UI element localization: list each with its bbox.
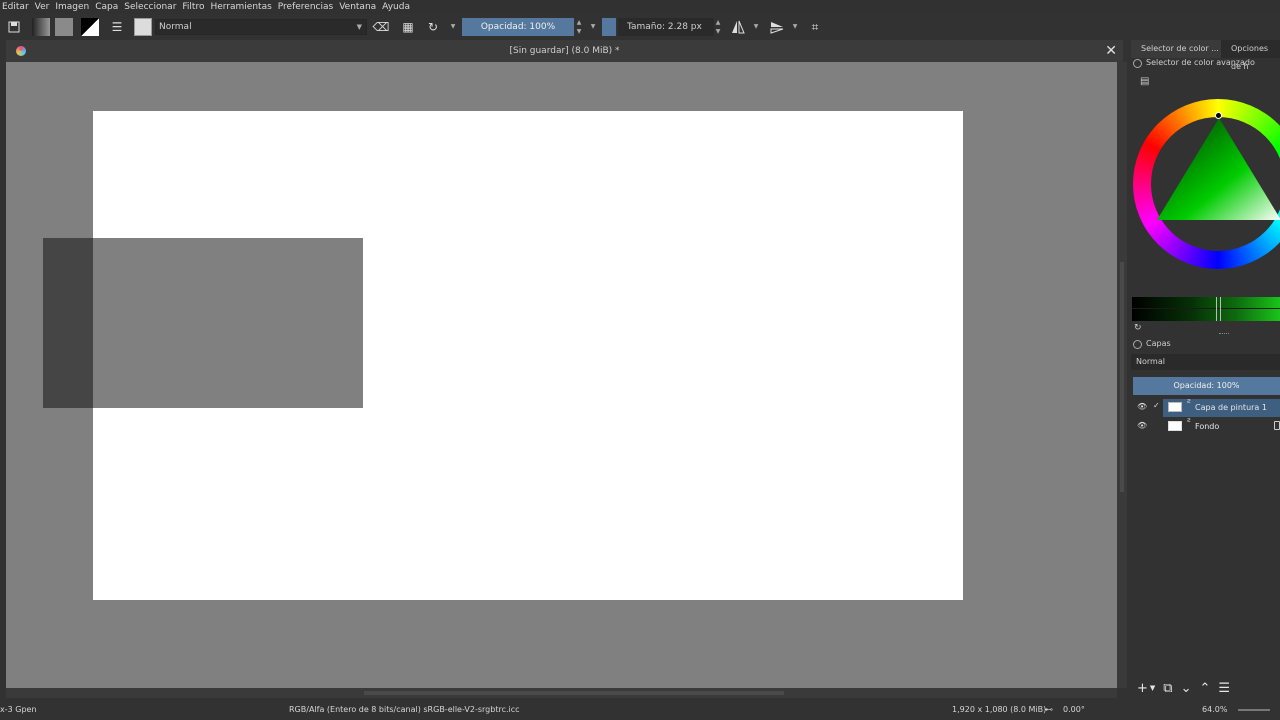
chevron-down-icon[interactable]: ▼ (589, 22, 597, 40)
chevron-down-icon[interactable]: ▼ (1150, 684, 1155, 692)
document-tab[interactable]: [Sin guardar] (8.0 MiB) * ✕ (6, 40, 1123, 62)
selection-rectangle (93, 238, 363, 408)
right-dock-panel: Selector de color ... Opciones de h Sele… (1131, 40, 1280, 698)
chevron-down-icon[interactable]: ▼ (449, 22, 457, 40)
status-zoom[interactable]: 64.0% (1202, 700, 1227, 720)
rotate-icon: ⊷ (1045, 705, 1053, 714)
menu-editar[interactable]: Editar (0, 0, 33, 14)
status-brush-name: x-3 Gpen (0, 705, 37, 714)
menu-filtro[interactable]: Filtro (180, 0, 208, 14)
blend-mode-value: Normal (159, 22, 192, 32)
move-layer-up-icon[interactable]: ⌃ (1200, 681, 1211, 696)
eraser-icon[interactable]: ⌫ (371, 17, 391, 37)
color-selector-title: Selector de color avanzado (1146, 58, 1255, 67)
selection-rectangle-outside (43, 238, 93, 408)
chevron-down-icon[interactable]: ▼ (791, 22, 799, 40)
lock-icon[interactable] (1274, 421, 1280, 430)
brush-preset-icon[interactable] (134, 18, 152, 36)
canvas-area[interactable] (6, 62, 1117, 688)
document-title: [Sin guardar] (8.0 MiB) * (509, 46, 620, 56)
layer-row[interactable]: 👁 ƨ Fondo (1131, 416, 1280, 436)
chevron-down-icon[interactable]: ▼ (752, 22, 760, 40)
menu-bar: Editar Ver Imagen Capa Seleccionar Filtr… (0, 0, 1280, 14)
opacity-slider[interactable]: Opacidad: 100% (462, 18, 574, 36)
layer-properties-icon[interactable]: ☰ (1218, 681, 1230, 696)
menu-herramientas[interactable]: Herramientas (208, 0, 275, 14)
menu-seleccionar[interactable]: Seleccionar (122, 0, 180, 14)
tab-tool-options[interactable]: Opciones de h (1221, 40, 1280, 71)
brush-settings-icon[interactable]: ☰ (107, 17, 127, 37)
layer-name[interactable]: Fondo (1195, 421, 1219, 433)
reload-preset-icon[interactable]: ↻ (423, 17, 443, 37)
layer-name[interactable]: Capa de pintura 1 (1195, 402, 1267, 414)
vertical-scrollbar[interactable] (1117, 62, 1127, 688)
layers-opacity-slider[interactable]: Opacidad: 100% (1133, 377, 1280, 395)
save-icon[interactable] (4, 17, 24, 37)
refresh-icon[interactable]: ↻ (1134, 323, 1142, 333)
layer-thumbnail (1168, 402, 1182, 412)
color-patch-bar[interactable] (1132, 297, 1280, 321)
brush-size-slider[interactable]: Tamaño: 2.28 px (618, 18, 714, 36)
scrollbar-thumb[interactable] (364, 691, 784, 695)
dock-float-icon[interactable] (1133, 339, 1142, 349)
dock-float-icon[interactable] (1133, 58, 1142, 68)
horizontal-scrollbar[interactable] (6, 688, 1117, 698)
layers-title: Capas (1146, 339, 1171, 348)
move-layer-down-icon[interactable]: ⌄ (1181, 681, 1192, 696)
layer-row[interactable]: 👁 ✓ ƨ Capa de pintura 1 (1131, 397, 1280, 417)
tab-color-selector[interactable]: Selector de color ... (1131, 40, 1221, 58)
menu-capa[interactable]: Capa (93, 0, 122, 14)
fg-bg-color-icon[interactable] (81, 18, 99, 36)
add-layer-icon[interactable]: + (1137, 681, 1148, 696)
menu-ventana[interactable]: Ventana (337, 0, 380, 14)
status-rotation[interactable]: 0.00° (1063, 700, 1085, 720)
color-marker[interactable] (1215, 112, 1222, 119)
menu-preferencias[interactable]: Preferencias (276, 0, 337, 14)
mirror-horizontal-icon[interactable] (728, 17, 748, 37)
size-spinner[interactable]: ▲ ▼ (714, 18, 722, 36)
layer-thumbnail (1168, 421, 1182, 431)
menu-ayuda[interactable]: Ayuda (380, 0, 414, 14)
status-color-space[interactable]: RGB/Alfa (Entero de 8 bits/canal) sRGB-e… (289, 700, 520, 720)
size-color-swatch (602, 18, 616, 36)
chevron-down-icon: ▼ (356, 23, 362, 31)
status-bar: x-3 Gpen RGB/Alfa (Entero de 8 bits/cana… (0, 700, 1280, 720)
scrollbar-thumb[interactable] (1120, 262, 1124, 492)
crop-icon[interactable]: ⌗ (805, 17, 825, 37)
menu-ver[interactable]: Ver (33, 0, 54, 14)
layer-type-icon: ƨ (1187, 397, 1191, 405)
layer-type-icon: ƨ (1187, 416, 1191, 424)
toolbar: ☰ Normal ▼ ⌫ ▦ ↻ ▼ Opacidad: 100% ▲ ▼ ▼ T… (0, 14, 1280, 40)
duplicate-layer-icon[interactable]: ⧉ (1163, 681, 1172, 696)
pattern-swatch[interactable] (55, 18, 73, 36)
layers-header: Capas (1133, 338, 1171, 350)
color-patch-cursor[interactable] (1216, 297, 1221, 321)
mirror-vertical-icon[interactable] (767, 17, 787, 37)
splitter-handle[interactable] (1219, 333, 1229, 335)
blend-mode-select[interactable]: Normal ▼ (155, 19, 367, 35)
eye-icon[interactable]: 👁 (1137, 403, 1147, 411)
status-image-size: 1,920 x 1,080 (8.0 MiB) (952, 705, 1047, 714)
alpha-lock-icon[interactable]: ▦ (398, 17, 418, 37)
close-icon[interactable]: ✕ (1105, 43, 1117, 59)
gradient-swatch[interactable] (32, 18, 50, 36)
color-selector-header: Selector de color avanzado (1133, 57, 1255, 69)
eye-icon[interactable]: 👁 (1137, 422, 1147, 430)
layers-blend-select[interactable]: Normal (1131, 354, 1280, 370)
dock-tabs: Selector de color ... Opciones de h (1131, 40, 1280, 71)
zoom-slider[interactable] (1238, 709, 1270, 711)
check-icon[interactable]: ✓ (1153, 401, 1163, 413)
opacity-spinner[interactable]: ▲ ▼ (575, 18, 583, 36)
layer-toolbar: + ▼ ⧉ ⌄ ⌃ ☰ (1131, 678, 1280, 698)
menu-imagen[interactable]: Imagen (53, 0, 93, 14)
color-selector-settings-icon[interactable]: ▤ (1140, 76, 1149, 87)
